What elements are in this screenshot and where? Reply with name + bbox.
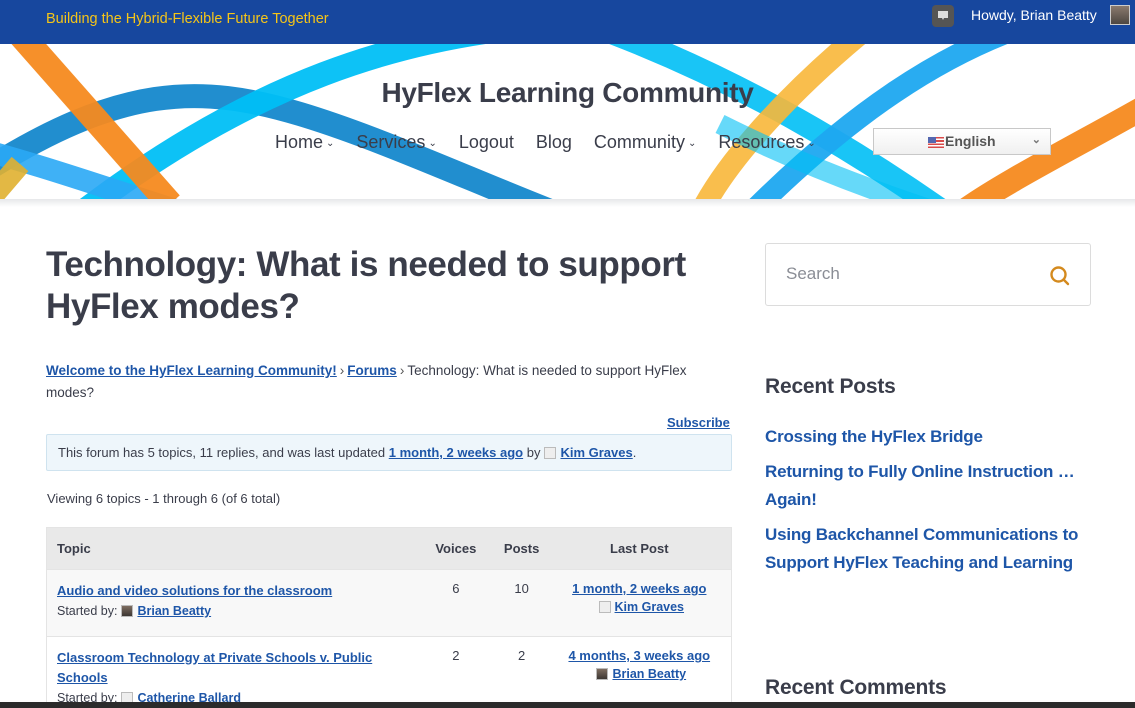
recent-post-link[interactable]: Returning to Fully Online Instruction … … <box>765 458 1095 514</box>
notice-user-link[interactable]: Kim Graves <box>560 445 632 460</box>
last-post-time-link[interactable]: 1 month, 2 weeks ago <box>572 581 706 596</box>
header-last-post: Last Post <box>610 541 669 556</box>
last-post-user-link[interactable]: Brian Beatty <box>612 667 686 681</box>
recent-post-link[interactable]: Using Backchannel Communications to Supp… <box>765 521 1095 577</box>
site-header-banner: HyFlex Learning Community Home ⌄ Services… <box>0 44 1135 199</box>
page-title: Technology: What is needed to support Hy… <box>46 245 686 326</box>
user-avatar[interactable] <box>121 605 134 617</box>
topic-title-link[interactable]: Classroom Technology at Private Schools … <box>57 648 416 688</box>
notice-by: by <box>526 445 541 460</box>
voices-count: 6 <box>452 581 460 596</box>
chevron-down-icon: ⌄ <box>807 138 816 149</box>
table-row: Classroom Technology at Private Schools … <box>47 636 731 708</box>
pagination-count: Viewing 6 topics - 1 through 6 (of 6 tot… <box>47 491 281 506</box>
nav-item-services[interactable]: Services ⌄ <box>356 132 436 153</box>
posts-count: 10 <box>514 581 529 596</box>
breadcrumb-separator: › <box>399 363 405 378</box>
nav-item-blog[interactable]: Blog <box>536 132 572 153</box>
user-greeting[interactable]: Howdy, Brian Beatty <box>971 7 1097 23</box>
nav-label: Community <box>593 132 685 152</box>
chevron-down-icon: ⌄ <box>1031 134 1041 146</box>
site-title[interactable]: HyFlex Learning Community <box>0 77 1135 109</box>
nav-item-logout[interactable]: Logout <box>459 132 514 153</box>
subscribe-link[interactable]: Subscribe <box>667 415 730 430</box>
posts-count: 2 <box>518 648 526 663</box>
us-flag-icon <box>928 137 944 148</box>
started-by: Started by: Brian Beatty <box>57 604 416 618</box>
search-icon <box>1050 266 1070 286</box>
table-row: Audio and video solutions for the classr… <box>47 569 731 636</box>
user-avatar[interactable] <box>598 601 611 613</box>
decorative-ribbons <box>0 44 1135 199</box>
author-link[interactable]: Brian Beatty <box>137 604 211 618</box>
breadcrumb-home-link[interactable]: Welcome to the HyFlex Learning Community… <box>46 363 337 378</box>
search-form <box>765 243 1091 306</box>
user-avatar[interactable] <box>544 447 557 459</box>
nav-item-community[interactable]: Community ⌄ <box>594 132 696 153</box>
notice-text: This forum has 5 topics, 11 replies, and… <box>58 445 386 460</box>
recent-comments-title: Recent Comments <box>765 676 947 699</box>
admin-top-bar: Building the Hybrid-Flexible Future Toge… <box>0 0 1135 44</box>
header-topic: Topic <box>57 541 91 556</box>
header-posts: Posts <box>503 541 540 556</box>
nav-item-home[interactable]: Home ⌄ <box>275 132 334 153</box>
breadcrumb-separator: › <box>339 363 345 378</box>
site-tagline: Building the Hybrid-Flexible Future Toge… <box>46 11 329 27</box>
header-divider <box>0 199 1135 207</box>
forum-info-notice: This forum has 5 topics, 11 replies, and… <box>46 434 732 471</box>
recent-post-link[interactable]: Crossing the HyFlex Bridge <box>765 423 1095 451</box>
breadcrumb-forums-link[interactable]: Forums <box>347 363 397 378</box>
topics-table: Topic Voices Posts Last Post Audio and v… <box>46 527 732 708</box>
last-post-user-link[interactable]: Kim Graves <box>615 600 684 614</box>
nav-label: Resources <box>718 132 805 152</box>
nav-label: Logout <box>458 132 514 152</box>
bottom-edge <box>0 702 1135 708</box>
table-header: Topic Voices Posts Last Post <box>47 528 731 569</box>
recent-posts-list: Crossing the HyFlex Bridge Returning to … <box>765 423 1095 584</box>
user-avatar[interactable] <box>596 668 609 680</box>
nav-label: Services <box>356 132 426 152</box>
started-by-label: Started by: <box>57 604 118 618</box>
user-avatar[interactable] <box>1110 5 1130 25</box>
chevron-down-icon: ⌄ <box>687 138 697 149</box>
search-button[interactable] <box>1048 264 1072 288</box>
header-voices: Voices <box>435 541 477 556</box>
nav-label: Home <box>275 132 324 152</box>
nav-item-resources[interactable]: Resources ⌄ <box>718 132 815 153</box>
nav-label: Blog <box>535 132 572 152</box>
recent-posts-title: Recent Posts <box>765 375 896 398</box>
notice-suffix: . <box>632 445 637 460</box>
topic-title-link[interactable]: Audio and video solutions for the classr… <box>57 581 416 601</box>
voices-count: 2 <box>452 648 460 663</box>
chevron-down-icon: ⌄ <box>428 138 437 149</box>
breadcrumb: Welcome to the HyFlex Learning Community… <box>46 360 706 404</box>
last-updated-link[interactable]: 1 month, 2 weeks ago <box>389 445 523 460</box>
comment-bubble-icon[interactable] <box>932 5 954 27</box>
language-select[interactable]: English ⌄ <box>873 128 1051 155</box>
main-navigation: Home ⌄ Services ⌄ Logout Blog Community ⌄ R… <box>275 132 838 153</box>
search-input[interactable] <box>767 245 1027 303</box>
language-selected-label: English <box>945 133 996 149</box>
chevron-down-icon: ⌄ <box>326 138 335 149</box>
last-post-time-link[interactable]: 4 months, 3 weeks ago <box>568 648 710 663</box>
